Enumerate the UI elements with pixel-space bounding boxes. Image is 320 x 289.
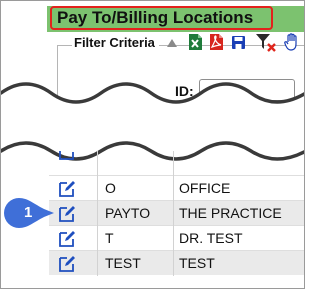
callout-number: 1: [24, 204, 33, 221]
table-row[interactable]: O OFFICE: [49, 175, 304, 200]
row-name: TEST: [179, 255, 215, 271]
row-name: OFFICE: [179, 180, 231, 196]
edit-icon[interactable]: [59, 205, 76, 222]
row-code: TEST: [105, 255, 141, 271]
row-code: O: [105, 180, 116, 196]
row-name: THE PRACTICE: [179, 205, 282, 221]
edit-icon: [59, 151, 74, 160]
edit-icon[interactable]: [59, 230, 76, 247]
row-code: PAYTO: [105, 205, 151, 221]
edit-icon[interactable]: [59, 255, 76, 272]
table-row[interactable]: PAYTO THE PRACTICE: [49, 200, 304, 225]
row-name: DR. TEST: [179, 230, 243, 246]
edit-icon[interactable]: [59, 180, 76, 197]
column-divider: [173, 151, 174, 276]
column-divider: [97, 151, 98, 276]
table-row[interactable]: T DR. TEST: [49, 225, 304, 250]
row-code: T: [105, 230, 114, 246]
table-row[interactable]: TEST TEST: [49, 250, 304, 275]
dialog-frame: Pay To/Billing Locations Filter Criteria…: [0, 0, 305, 289]
